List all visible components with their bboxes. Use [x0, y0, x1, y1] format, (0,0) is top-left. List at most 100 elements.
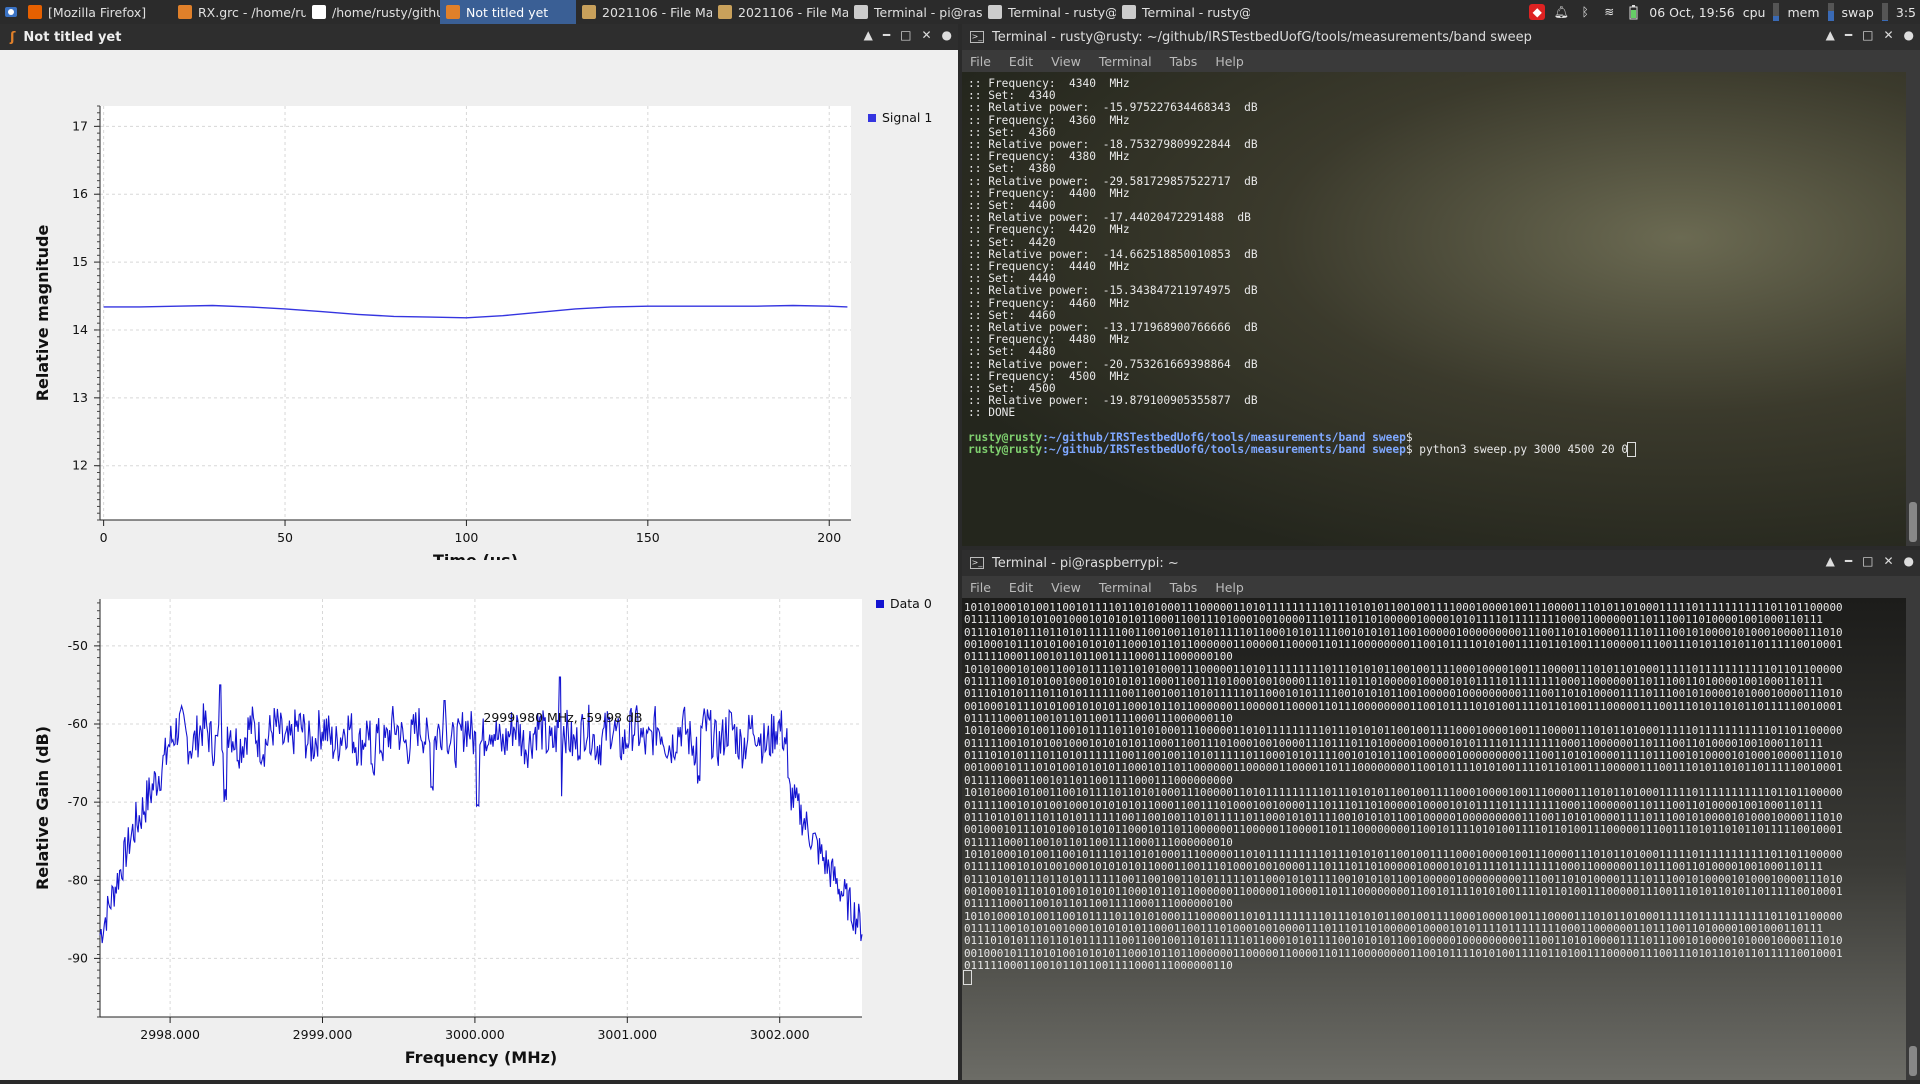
x-tick-label: 0	[100, 530, 108, 545]
app-icon	[988, 5, 1002, 19]
system-tray: ◆ 🔔︎ ᛒ ≋ 06 Oct, 19:56 cpu mem swap 3:5	[1529, 0, 1920, 24]
terminal-scrollbar[interactable]	[1906, 72, 1920, 546]
window-title: Not titled yet	[23, 29, 122, 45]
terminal-pi: >_ Terminal - pi@raspberrypi: ~ ▲ ━ □ ✕ …	[962, 550, 1920, 1080]
time-domain-plot[interactable]: 0 50 100 150 200 12 13 14 15 16 17 Time (us) Relativ…	[0, 50, 958, 560]
maximize-icon[interactable]: □	[1862, 554, 1873, 568]
menu-tabs[interactable]: Tabs	[1170, 54, 1198, 69]
remote-desktop-icon[interactable]: ◆	[1529, 4, 1546, 20]
app-icon	[312, 5, 326, 19]
y-axis-title: Relative Gain (dB)	[33, 726, 52, 890]
taskbar-button[interactable]: [Mozilla Firefox]	[22, 0, 172, 24]
y-tick-label: 14	[72, 322, 88, 337]
taskbar-button-label: RX.grc - /home/rusty/...	[198, 4, 306, 20]
terminal-line: :: Frequency: 4380 MHz	[968, 150, 1130, 164]
swap-meter	[1881, 3, 1888, 21]
terminal-scrollbar[interactable]	[1906, 598, 1920, 1080]
terminal-titlebar[interactable]: >_ Terminal - pi@raspberrypi: ~ ▲ ━ □ ✕ …	[962, 550, 1920, 576]
menu-icon[interactable]: ●	[1904, 554, 1914, 568]
menu-icon[interactable]: ●	[1904, 28, 1914, 42]
taskbar-button[interactable]: Not titled yet	[440, 0, 576, 24]
arrow-up-icon[interactable]: ▲	[1826, 554, 1835, 568]
app-icon	[582, 5, 596, 19]
swap-label: swap	[1841, 4, 1874, 20]
bitstream-line: 1010100010100110010111101101010001110000…	[964, 786, 1843, 800]
taskbar-button[interactable]: Terminal - rusty@rust...	[1116, 0, 1250, 24]
close-icon[interactable]: ✕	[1883, 28, 1893, 42]
menu-tabs[interactable]: Tabs	[1170, 580, 1198, 595]
taskbar-button[interactable]: /home/rusty/github/IR...	[306, 0, 440, 24]
x-tick-label: 50	[277, 530, 293, 545]
clock[interactable]: 06 Oct, 19:56	[1649, 5, 1734, 20]
taskbar-button-label: 2021106 - File Manager	[738, 4, 848, 20]
menu-terminal[interactable]: Terminal	[1099, 54, 1152, 69]
bitstream-line: 0111110001100101101100111100011100000010…	[964, 650, 1233, 664]
terminal-rusty: >_ Terminal - rusty@rusty: ~/github/IRST…	[962, 24, 1920, 546]
menu-icon[interactable]: ●	[942, 28, 952, 42]
battery-icon[interactable]	[1625, 4, 1641, 20]
terminal-icon: >_	[970, 557, 984, 569]
taskbar-button-label: /home/rusty/github/IR...	[332, 4, 440, 20]
terminal-line: :: Frequency: 4500 MHz	[968, 369, 1130, 383]
arrow-up-icon[interactable]: ▲	[1826, 28, 1835, 42]
taskbar-button[interactable]: 2021106 - File Manager	[712, 0, 848, 24]
terminal-menubar: File Edit View Terminal Tabs Help	[962, 50, 1920, 72]
x-tick-label: 150	[636, 530, 660, 545]
menu-edit[interactable]: Edit	[1009, 580, 1033, 595]
minimize-icon[interactable]: ━	[883, 28, 890, 42]
bitstream-line: 0111110010101001000101010101100011001110…	[964, 613, 1823, 627]
menu-view[interactable]: View	[1051, 580, 1081, 595]
close-icon[interactable]: ✕	[921, 28, 931, 42]
legend-swatch	[868, 114, 876, 122]
app-icon	[178, 5, 192, 19]
legend-label: Signal 1	[882, 110, 932, 125]
prompt-user: rusty@rusty	[968, 443, 1043, 457]
close-icon[interactable]: ✕	[1883, 554, 1893, 568]
frequency-plot[interactable]: 2998.000 2999.000 3000.000 3001.000 3002.000…	[0, 564, 958, 1084]
taskbar-button[interactable]: RX.grc - /home/rusty/...	[172, 0, 306, 24]
menu-help[interactable]: Help	[1215, 54, 1244, 69]
app-icon	[718, 5, 732, 19]
menu-help[interactable]: Help	[1215, 580, 1244, 595]
prompt-command: $ python3 sweep.py 3000 4500 20 0	[1405, 443, 1629, 457]
cursor	[1627, 442, 1636, 458]
bitstream-line: 0010001011101010010101011000101101100000…	[964, 761, 1843, 775]
taskbar-button[interactable]: Terminal - pi@raspber...	[848, 0, 982, 24]
y-tick-label: -80	[68, 872, 88, 887]
menu-terminal[interactable]: Terminal	[1099, 580, 1152, 595]
prompt-line: rusty@rusty:~/github/IRSTestbedUofG/tool…	[968, 442, 1900, 458]
taskbar-button[interactable]: Terminal - rusty@rust...	[982, 0, 1116, 24]
terminal-line: :: Frequency: 4340 MHz	[968, 78, 1130, 90]
terminal-line: :: Frequency: 4440 MHz	[968, 260, 1130, 274]
maximize-icon[interactable]: □	[1862, 28, 1873, 42]
maximize-icon[interactable]: □	[900, 28, 911, 42]
terminal-title: Terminal - pi@raspberrypi: ~	[992, 555, 1179, 571]
taskbar-button-label: Terminal - pi@raspber...	[874, 4, 982, 20]
arrow-up-icon[interactable]: ▲	[864, 28, 873, 42]
bitstream-line: 0111110010101001000101010101100011001110…	[964, 860, 1823, 874]
wifi-icon[interactable]: ≋	[1601, 4, 1617, 20]
window-titlebar[interactable]: ʃ Not titled yet ▲ ━ □ ✕ ●	[0, 24, 958, 50]
y-tick-label: 16	[72, 186, 88, 201]
terminal-output[interactable]: 1010100010100110010111101101010001110000…	[962, 602, 1900, 1076]
cursor-line	[963, 970, 1900, 986]
menu-file[interactable]: File	[970, 580, 991, 595]
terminal-output[interactable]: :: Frequency: 4340 MHz:: Set: 4340:: Rel…	[962, 78, 1900, 540]
terminal-titlebar[interactable]: >_ Terminal - rusty@rusty: ~/github/IRST…	[962, 24, 1920, 50]
applications-menu-icon[interactable]	[0, 0, 22, 24]
menu-edit[interactable]: Edit	[1009, 54, 1033, 69]
minimize-icon[interactable]: ━	[1845, 554, 1852, 568]
minimize-icon[interactable]: ━	[1845, 28, 1852, 42]
menu-file[interactable]: File	[970, 54, 991, 69]
terminal-line: :: Set: 4480	[968, 345, 1056, 359]
terminal-line: :: Frequency: 4460 MHz	[968, 296, 1130, 310]
menu-view[interactable]: View	[1051, 54, 1081, 69]
bluetooth-icon[interactable]: ᛒ	[1577, 4, 1593, 20]
y-tick-label: 17	[72, 118, 88, 133]
y-tick-label: 13	[72, 390, 88, 405]
app-icon	[854, 5, 868, 19]
app-icon	[1122, 5, 1136, 19]
notification-bell-icon[interactable]: 🔔︎	[1553, 4, 1569, 20]
taskbar-button[interactable]: 2021106 - File Manager	[576, 0, 712, 24]
x-tick-label: 3000.000	[445, 1027, 505, 1042]
